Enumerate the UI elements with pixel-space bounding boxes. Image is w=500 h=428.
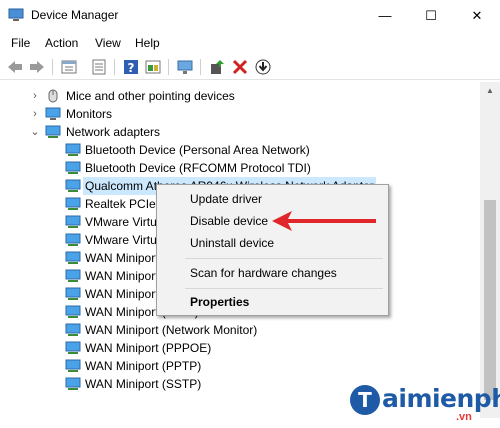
svg-text:?: ? <box>128 61 135 75</box>
close-button[interactable]: ✕ <box>454 0 500 31</box>
help-icon[interactable]: ? <box>122 58 140 76</box>
menu-action[interactable]: Action <box>45 36 78 50</box>
forward-arrow-icon[interactable] <box>28 58 46 76</box>
toolbar-divider <box>168 59 169 75</box>
vertical-scrollbar[interactable]: ▲ <box>480 82 500 418</box>
update-driver-icon[interactable] <box>208 58 226 76</box>
network-adapter-icon <box>65 215 81 229</box>
device-manager-icon <box>8 8 24 21</box>
tree-item-network-device[interactable]: Bluetooth Device (Personal Area Network) <box>0 141 480 159</box>
network-adapter-icon <box>65 269 81 283</box>
tree-item-network-device[interactable]: Bluetooth Device (RFCOMM Protocol TDI) <box>0 159 480 177</box>
install-download-icon[interactable] <box>254 58 272 76</box>
window-title: Device Manager <box>31 8 119 22</box>
scrollbar-thumb[interactable] <box>484 200 496 400</box>
mouse-icon <box>45 89 61 103</box>
menu-separator <box>185 258 383 259</box>
scan-hardware-icon[interactable] <box>176 58 194 76</box>
title-bar: Device Manager — ☐ ✕ <box>0 0 500 31</box>
network-adapter-icon <box>65 377 81 391</box>
toolbar: ? <box>0 55 500 80</box>
expand-icon[interactable]: › <box>29 105 41 123</box>
toolbar-divider <box>200 59 201 75</box>
back-arrow-icon[interactable] <box>6 58 24 76</box>
network-adapter-icon <box>65 251 81 265</box>
network-adapter-icon <box>65 287 81 301</box>
tree-item-mice[interactable]: › Mice and other pointing devices <box>0 87 480 105</box>
menu-uninstall-device[interactable]: Uninstall device <box>190 236 274 250</box>
menu-bar: File Action View Help <box>0 33 500 53</box>
watermark-text: aimienphi <box>382 384 500 413</box>
network-adapter-icon <box>65 233 81 247</box>
network-adapter-icon <box>65 359 81 373</box>
collapse-icon[interactable]: ⌄ <box>29 123 41 141</box>
toolbar-divider <box>52 59 53 75</box>
watermark-logo: T <box>350 385 380 415</box>
properties-sheet-icon[interactable] <box>60 58 78 76</box>
network-adapter-icon <box>45 125 61 139</box>
scroll-up-icon[interactable]: ▲ <box>480 82 500 99</box>
tree-item-monitors[interactable]: › Monitors <box>0 105 480 123</box>
tree-item-network-adapters[interactable]: ⌄ Network adapters <box>0 123 480 141</box>
toolbar-divider <box>114 59 115 75</box>
minimize-button[interactable]: — <box>362 0 408 31</box>
tree-item-label: Bluetooth Device (RFCOMM Protocol TDI) <box>85 161 311 175</box>
network-adapter-icon <box>65 323 81 337</box>
tree-item-label: Monitors <box>66 107 113 121</box>
tree-item-network-device[interactable]: WAN Miniport (Network Monitor) <box>0 321 480 339</box>
tree-item-label: Mice and other pointing devices <box>66 89 235 103</box>
tree-item-network-device[interactable]: WAN Miniport (PPTP) <box>0 357 480 375</box>
network-adapter-icon <box>65 143 81 157</box>
menu-view[interactable]: View <box>95 36 121 50</box>
network-adapter-icon <box>65 161 81 175</box>
show-hidden-icon[interactable] <box>144 58 162 76</box>
menu-disable-device[interactable]: Disable device <box>190 214 268 228</box>
red-arrow-icon <box>272 211 376 231</box>
tree-item-label: Network adapters <box>66 125 161 139</box>
monitor-icon <box>45 107 61 121</box>
menu-scan-hardware[interactable]: Scan for hardware changes <box>190 266 337 280</box>
network-adapter-icon <box>65 179 81 193</box>
uninstall-icon[interactable] <box>231 58 249 76</box>
network-adapter-icon <box>65 305 81 319</box>
watermark-suffix: .vn <box>456 411 472 423</box>
maximize-button[interactable]: ☐ <box>408 0 454 31</box>
tree-item-label: WAN Miniport (PPTP) <box>85 359 202 373</box>
menu-help[interactable]: Help <box>135 36 160 50</box>
menu-properties[interactable]: Properties <box>190 295 249 309</box>
menu-file[interactable]: File <box>11 36 30 50</box>
tree-item-network-device[interactable]: WAN Miniport (PPPOE) <box>0 339 480 357</box>
network-adapter-icon <box>65 197 81 211</box>
expand-icon[interactable]: › <box>29 87 41 105</box>
tree-item-label: Bluetooth Device (Personal Area Network) <box>85 143 310 157</box>
network-adapter-icon <box>65 341 81 355</box>
resources-list-icon[interactable] <box>90 58 108 76</box>
tree-item-label: WAN Miniport (PPPOE) <box>85 341 212 355</box>
context-menu: Update driver Disable device Uninstall d… <box>156 184 389 316</box>
tree-item-label: WAN Miniport (SSTP) <box>85 377 202 391</box>
tree-item-label: WAN Miniport (Network Monitor) <box>85 323 258 337</box>
menu-separator <box>185 288 383 289</box>
menu-update-driver[interactable]: Update driver <box>190 192 262 206</box>
